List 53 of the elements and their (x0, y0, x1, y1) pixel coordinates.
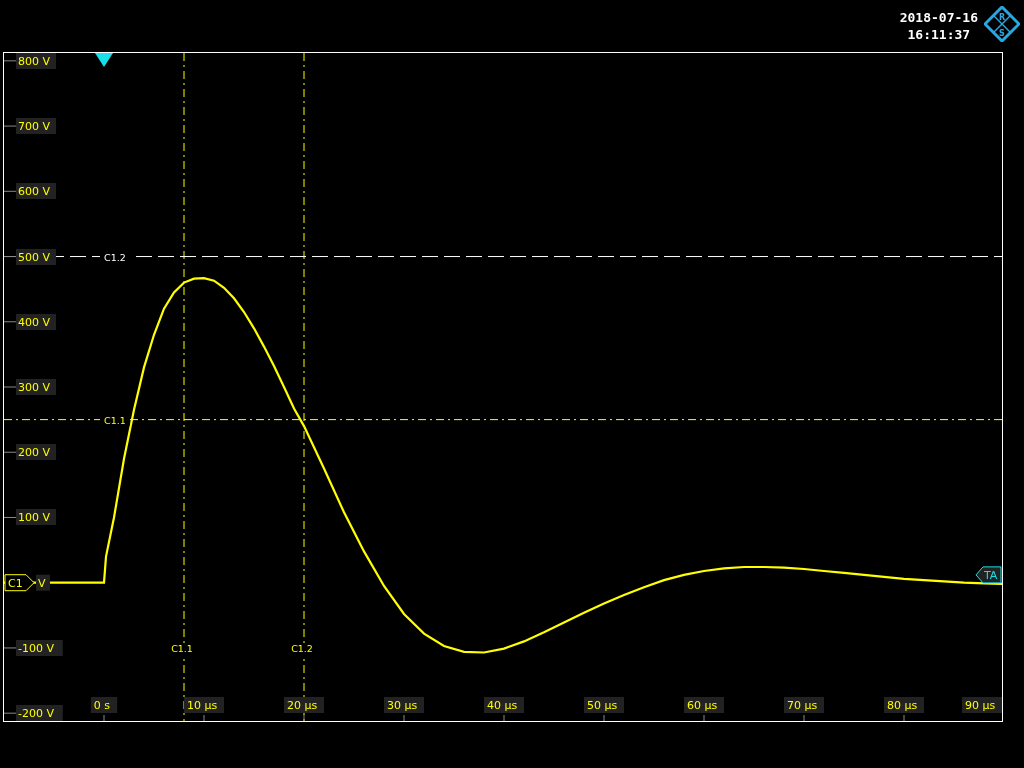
x-axis-label: 0 s (90, 697, 118, 713)
date-text: 2018-07-16 (899, 9, 978, 26)
cursor-label: C1.1 (171, 643, 193, 654)
y-axis-label: 800 V (16, 53, 56, 69)
y-axis-label: 300 V (16, 379, 56, 395)
time-text: 16:11:37 (907, 26, 971, 43)
x-axis-label: 80 µs (884, 697, 924, 713)
x-axis-label: 60 µs (684, 697, 724, 713)
y-axis-label: -200 V (16, 705, 63, 721)
y-tick-label: -100 V (18, 642, 55, 655)
y-tick-label: 500 V (18, 251, 51, 264)
y-tick-label: 400 V (18, 316, 51, 329)
x-axis-label: 30 µs (384, 697, 424, 713)
x-tick-label: 80 µs (887, 699, 918, 712)
x-tick-label: 20 µs (287, 699, 318, 712)
cursor-label: C1.2 (104, 251, 126, 263)
trigger-level-marker[interactable]: TA (975, 566, 1002, 584)
x-axis-label: 70 µs (784, 697, 824, 713)
y-tick-label: -200 V (18, 707, 55, 720)
x-tick-label: 50 µs (587, 699, 618, 712)
channel-marker[interactable]: C1 (4, 574, 35, 592)
x-tick-label: 0 s (93, 699, 111, 712)
x-axis-label: 90 µs (962, 697, 1002, 713)
y-axis-label: 100 V (16, 509, 56, 525)
y-tick-label: 600 V (18, 185, 51, 198)
x-tick-label: 10 µs (187, 699, 218, 712)
y-tick-label: 800 V (18, 55, 51, 68)
y-tick-label: 200 V (18, 446, 51, 459)
x-tick-label: 30 µs (387, 699, 418, 712)
y-axis-label: 500 V (16, 249, 56, 265)
y-axis-label: 200 V (16, 444, 56, 460)
y-tick-label: 300 V (18, 381, 51, 394)
x-axis-label: 50 µs (584, 697, 624, 713)
cursor-label: C1.1 (104, 414, 126, 426)
series-label: C1 (8, 576, 23, 590)
y-axis-label: 700 V (16, 118, 56, 134)
x-axis-label: 20 µs (284, 697, 324, 713)
cursor-line[interactable] (4, 419, 1002, 421)
y-axis-label: -100 V (16, 640, 63, 656)
cursor-label: C1.2 (291, 643, 313, 654)
x-tick-label: 70 µs (787, 699, 818, 712)
x-axis-label: 10 µs (184, 697, 224, 713)
logo: R S (984, 6, 1020, 42)
y-tick-label: 700 V (18, 120, 51, 133)
trigger-position-icon[interactable] (95, 53, 113, 67)
y-axis-label: V (36, 574, 50, 591)
x-axis-label: 40 µs (484, 697, 524, 713)
x-tick-label: 40 µs (487, 699, 518, 712)
x-tick-label: 90 µs (965, 699, 996, 712)
y-tick-label: 100 V (18, 511, 51, 524)
x-tick-label: 60 µs (687, 699, 718, 712)
y-axis-label: 600 V (16, 183, 56, 199)
y-axis-label: 400 V (16, 314, 56, 330)
